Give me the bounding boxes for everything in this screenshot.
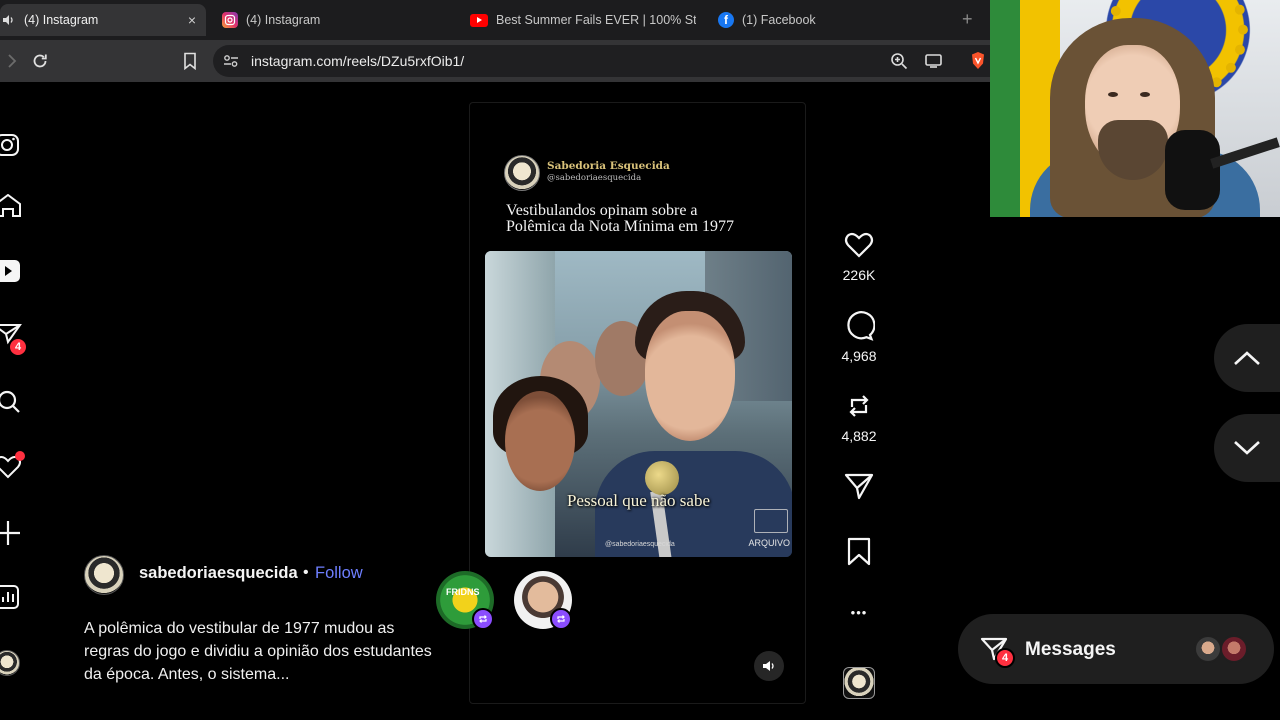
webcam-person-eye <box>1140 92 1150 97</box>
zoom-icon[interactable] <box>890 52 908 70</box>
create-plus-icon[interactable] <box>0 521 24 545</box>
video-watermark: @sabedoriaesquecida <box>605 541 675 548</box>
webcam-overlay <box>990 0 1280 217</box>
repost-badge-icon <box>550 608 572 630</box>
post-caption[interactable]: A polêmica do vestibular de 1977 mudou a… <box>84 617 444 686</box>
site-settings-icon[interactable] <box>223 54 239 68</box>
conversation-avatar <box>1194 635 1222 663</box>
dashboard-icon[interactable] <box>0 585 24 609</box>
headline-line-2: Polêmica da Nota Mínima em 1977 <box>506 218 734 235</box>
webcam-microphone <box>1165 130 1220 210</box>
tab-instagram-active[interactable]: (4) Instagram × <box>0 4 206 36</box>
comment-icon[interactable] <box>843 310 875 342</box>
avatar-text: FRIDNS <box>446 587 480 597</box>
brave-shield-icon[interactable] <box>970 51 986 70</box>
messages-badge: 4 <box>8 337 28 357</box>
archive-label: ARQUIVO <box>748 538 790 548</box>
speaker-icon <box>763 661 774 671</box>
address-bar[interactable]: instagram.com/reels/DZu5rxfOib1/ <box>213 45 990 77</box>
forward-icon[interactable] <box>6 53 18 69</box>
reels-icon[interactable] <box>0 259 24 283</box>
audio-thumbnail[interactable] <box>843 667 875 699</box>
close-tab-icon[interactable]: × <box>188 12 196 28</box>
next-reel-button[interactable] <box>1214 414 1280 482</box>
browser-toolbar: instagram.com/reels/DZu5rxfOib1/ <box>0 40 990 82</box>
tab-label: (4) Instagram <box>246 13 321 27</box>
reel-headline: Vestibulandos opinam sobre a Polêmica da… <box>506 203 786 235</box>
instagram-logo-icon[interactable] <box>0 133 24 157</box>
save-bookmark-icon[interactable] <box>843 536 875 568</box>
tab-label: (1) Facebook <box>742 13 816 27</box>
share-icon[interactable] <box>843 470 875 502</box>
repost-icon[interactable] <box>843 390 875 422</box>
channel-handle: @sabedoriaesquecida <box>547 173 642 183</box>
webcam-person-eye <box>1108 92 1118 97</box>
instagram-icon <box>222 12 238 28</box>
mute-button[interactable] <box>754 651 784 681</box>
video-girl-face <box>505 391 575 491</box>
author-username[interactable]: sabedoriaesquecida <box>139 564 298 583</box>
profile-avatar[interactable] <box>0 650 20 676</box>
video-microphone <box>645 461 679 495</box>
chevron-down-icon <box>1234 441 1260 455</box>
tab-instagram[interactable]: (4) Instagram <box>222 4 442 36</box>
cast-icon[interactable] <box>925 53 943 69</box>
channel-name: Sabedoria Esquecida <box>547 160 670 172</box>
reload-icon[interactable] <box>31 52 49 70</box>
video-subtitle: Pessoal que não sabe <box>566 491 711 510</box>
messages-button[interactable]: 4 Messages <box>958 614 1274 684</box>
chevron-up-icon <box>1234 351 1260 365</box>
video-frame[interactable]: ARQUIVO Pessoal que não sabe @sabedoriae… <box>485 251 792 557</box>
conversation-avatar <box>1220 635 1248 663</box>
repost-count: 4,882 <box>841 428 877 444</box>
follow-separator: • <box>303 564 309 581</box>
notification-dot <box>15 451 25 461</box>
tab-youtube[interactable]: Best Summer Fails EVER | 100% Stupi <box>470 4 696 36</box>
previous-reel-button[interactable] <box>1214 324 1280 392</box>
like-heart-icon[interactable] <box>843 229 875 261</box>
repost-badge-icon <box>472 608 494 630</box>
url-text[interactable]: instagram.com/reels/DZu5rxfOib1/ <box>251 53 464 69</box>
archive-logo-icon <box>754 509 788 533</box>
youtube-icon <box>470 13 488 27</box>
webcam-flag <box>990 0 1020 217</box>
author-avatar[interactable] <box>84 555 124 595</box>
like-count: 226K <box>842 267 876 283</box>
new-tab-button[interactable]: + <box>962 9 973 30</box>
channel-logo <box>504 155 540 191</box>
tab-label: Best Summer Fails EVER | 100% Stupi <box>496 13 696 27</box>
tab-facebook[interactable]: f (1) Facebook <box>718 4 938 36</box>
headline-line-1: Vestibulandos opinam sobre a <box>506 202 698 219</box>
facebook-icon: f <box>718 12 734 28</box>
video-student-face <box>645 311 735 441</box>
follow-button[interactable]: Follow <box>315 564 363 583</box>
home-icon[interactable] <box>0 194 24 218</box>
messages-label: Messages <box>1025 639 1116 660</box>
bookmark-icon[interactable] <box>182 52 198 70</box>
browser-tab-bar: (4) Instagram × (4) Instagram Best Summe… <box>0 0 990 40</box>
more-options-icon[interactable]: ••• <box>829 605 889 620</box>
messages-count-badge: 4 <box>995 648 1015 668</box>
speaker-icon <box>0 12 16 28</box>
search-icon[interactable] <box>0 390 24 414</box>
tab-label: (4) Instagram <box>24 13 99 27</box>
comment-count: 4,968 <box>841 348 877 364</box>
